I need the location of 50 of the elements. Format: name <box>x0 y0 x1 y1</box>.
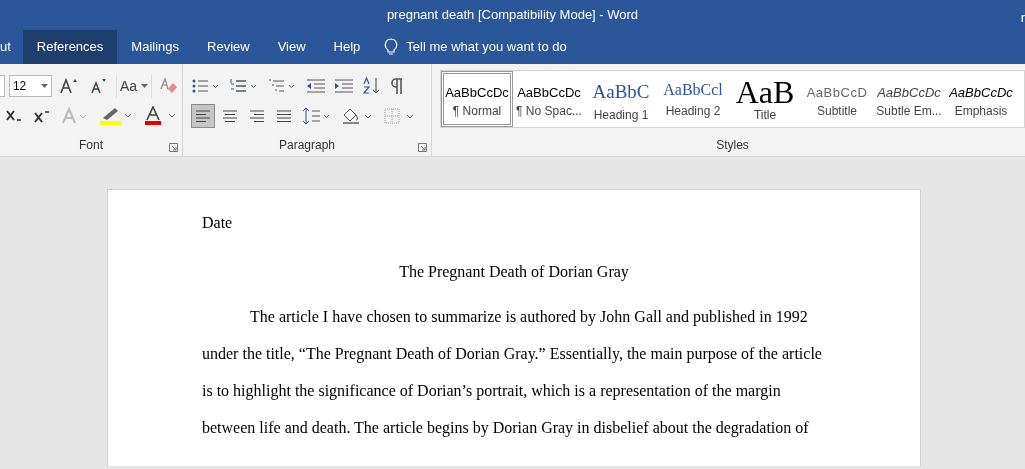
caret-icon <box>141 84 148 88</box>
font-name-field[interactable] <box>0 75 5 97</box>
ribbon-tab[interactable]: Review <box>193 30 264 64</box>
borders-icon <box>384 108 416 124</box>
pilcrow-icon <box>390 77 404 95</box>
window-title: pregnant death [Compatibility Mode] - Word <box>386 6 639 25</box>
ribbon-tab[interactable]: Help <box>319 30 375 64</box>
align-center-icon <box>222 109 238 123</box>
group-label: Styles <box>716 137 749 154</box>
style-item[interactable]: AaBbCcDc ¶ No Spac... <box>513 71 585 127</box>
ribbon-tab[interactable]: References <box>22 30 118 64</box>
user-name: r <box>1020 9 1025 27</box>
style-item[interactable]: AaBbCcDc Emphasis <box>945 71 1017 127</box>
decrease-indent-icon <box>306 78 326 94</box>
ribbon-tab[interactable]: ut <box>0 30 23 64</box>
superscript-icon <box>33 108 51 124</box>
style-item[interactable]: AaBbCcDc Subtle Em... <box>873 71 945 127</box>
style-item[interactable]: AaBbCcDc ¶ Normal <box>441 71 513 127</box>
date-line: Date <box>202 213 234 233</box>
change-case-button[interactable]: Aa <box>115 74 152 98</box>
style-item[interactable]: AaBbC Heading 1 <box>585 71 657 127</box>
style-item[interactable]: AaB Title <box>729 71 801 127</box>
font-color-icon <box>143 106 177 126</box>
lightbulb-icon <box>384 38 399 56</box>
body-paragraph: The article I have chosen to summarize is authored by John Gall and published in 1992 under the title, “The Pregnant Death of Dorian Gray.” Essentially, the main purpose of the article is to highlight the significance of Dorian’s portrait, which is a representation of the margin between life and death. The article begins by Dorian Gray in disbelief about the degradation of <box>202 307 823 439</box>
eraser-icon <box>159 77 179 95</box>
caret-icon <box>40 84 48 88</box>
text-effects-icon <box>61 107 89 125</box>
font-size-field[interactable]: 12 <box>8 75 52 97</box>
shrink-font-icon <box>88 77 109 95</box>
style-item[interactable]: AaBbCcD Subtitle <box>801 71 873 127</box>
subscript-icon <box>5 108 23 124</box>
increase-indent-icon <box>334 78 354 94</box>
highlighter-icon <box>99 106 133 126</box>
document-title: The Pregnant Death of Dorian Gray <box>398 262 630 283</box>
justify-icon <box>276 109 292 123</box>
dialog-launcher-icon[interactable] <box>169 143 178 152</box>
group-label: Paragraph <box>278 137 335 154</box>
dialog-launcher-icon[interactable] <box>418 143 427 152</box>
line-spacing-icon <box>302 107 332 125</box>
align-left-icon <box>195 109 211 123</box>
ribbon-tab[interactable]: View <box>263 30 320 64</box>
align-left-button[interactable] <box>191 104 215 128</box>
sort-icon <box>362 77 382 95</box>
group-label: Font <box>79 137 103 154</box>
ribbon-tab[interactable]: Mailings <box>117 30 193 64</box>
style-item[interactable]: AaBbCcl Heading 2 <box>657 71 729 127</box>
tell-me-field[interactable]: Tell me what you want to do <box>406 37 607 57</box>
grow-font-icon <box>58 77 79 95</box>
align-right-icon <box>249 109 265 123</box>
